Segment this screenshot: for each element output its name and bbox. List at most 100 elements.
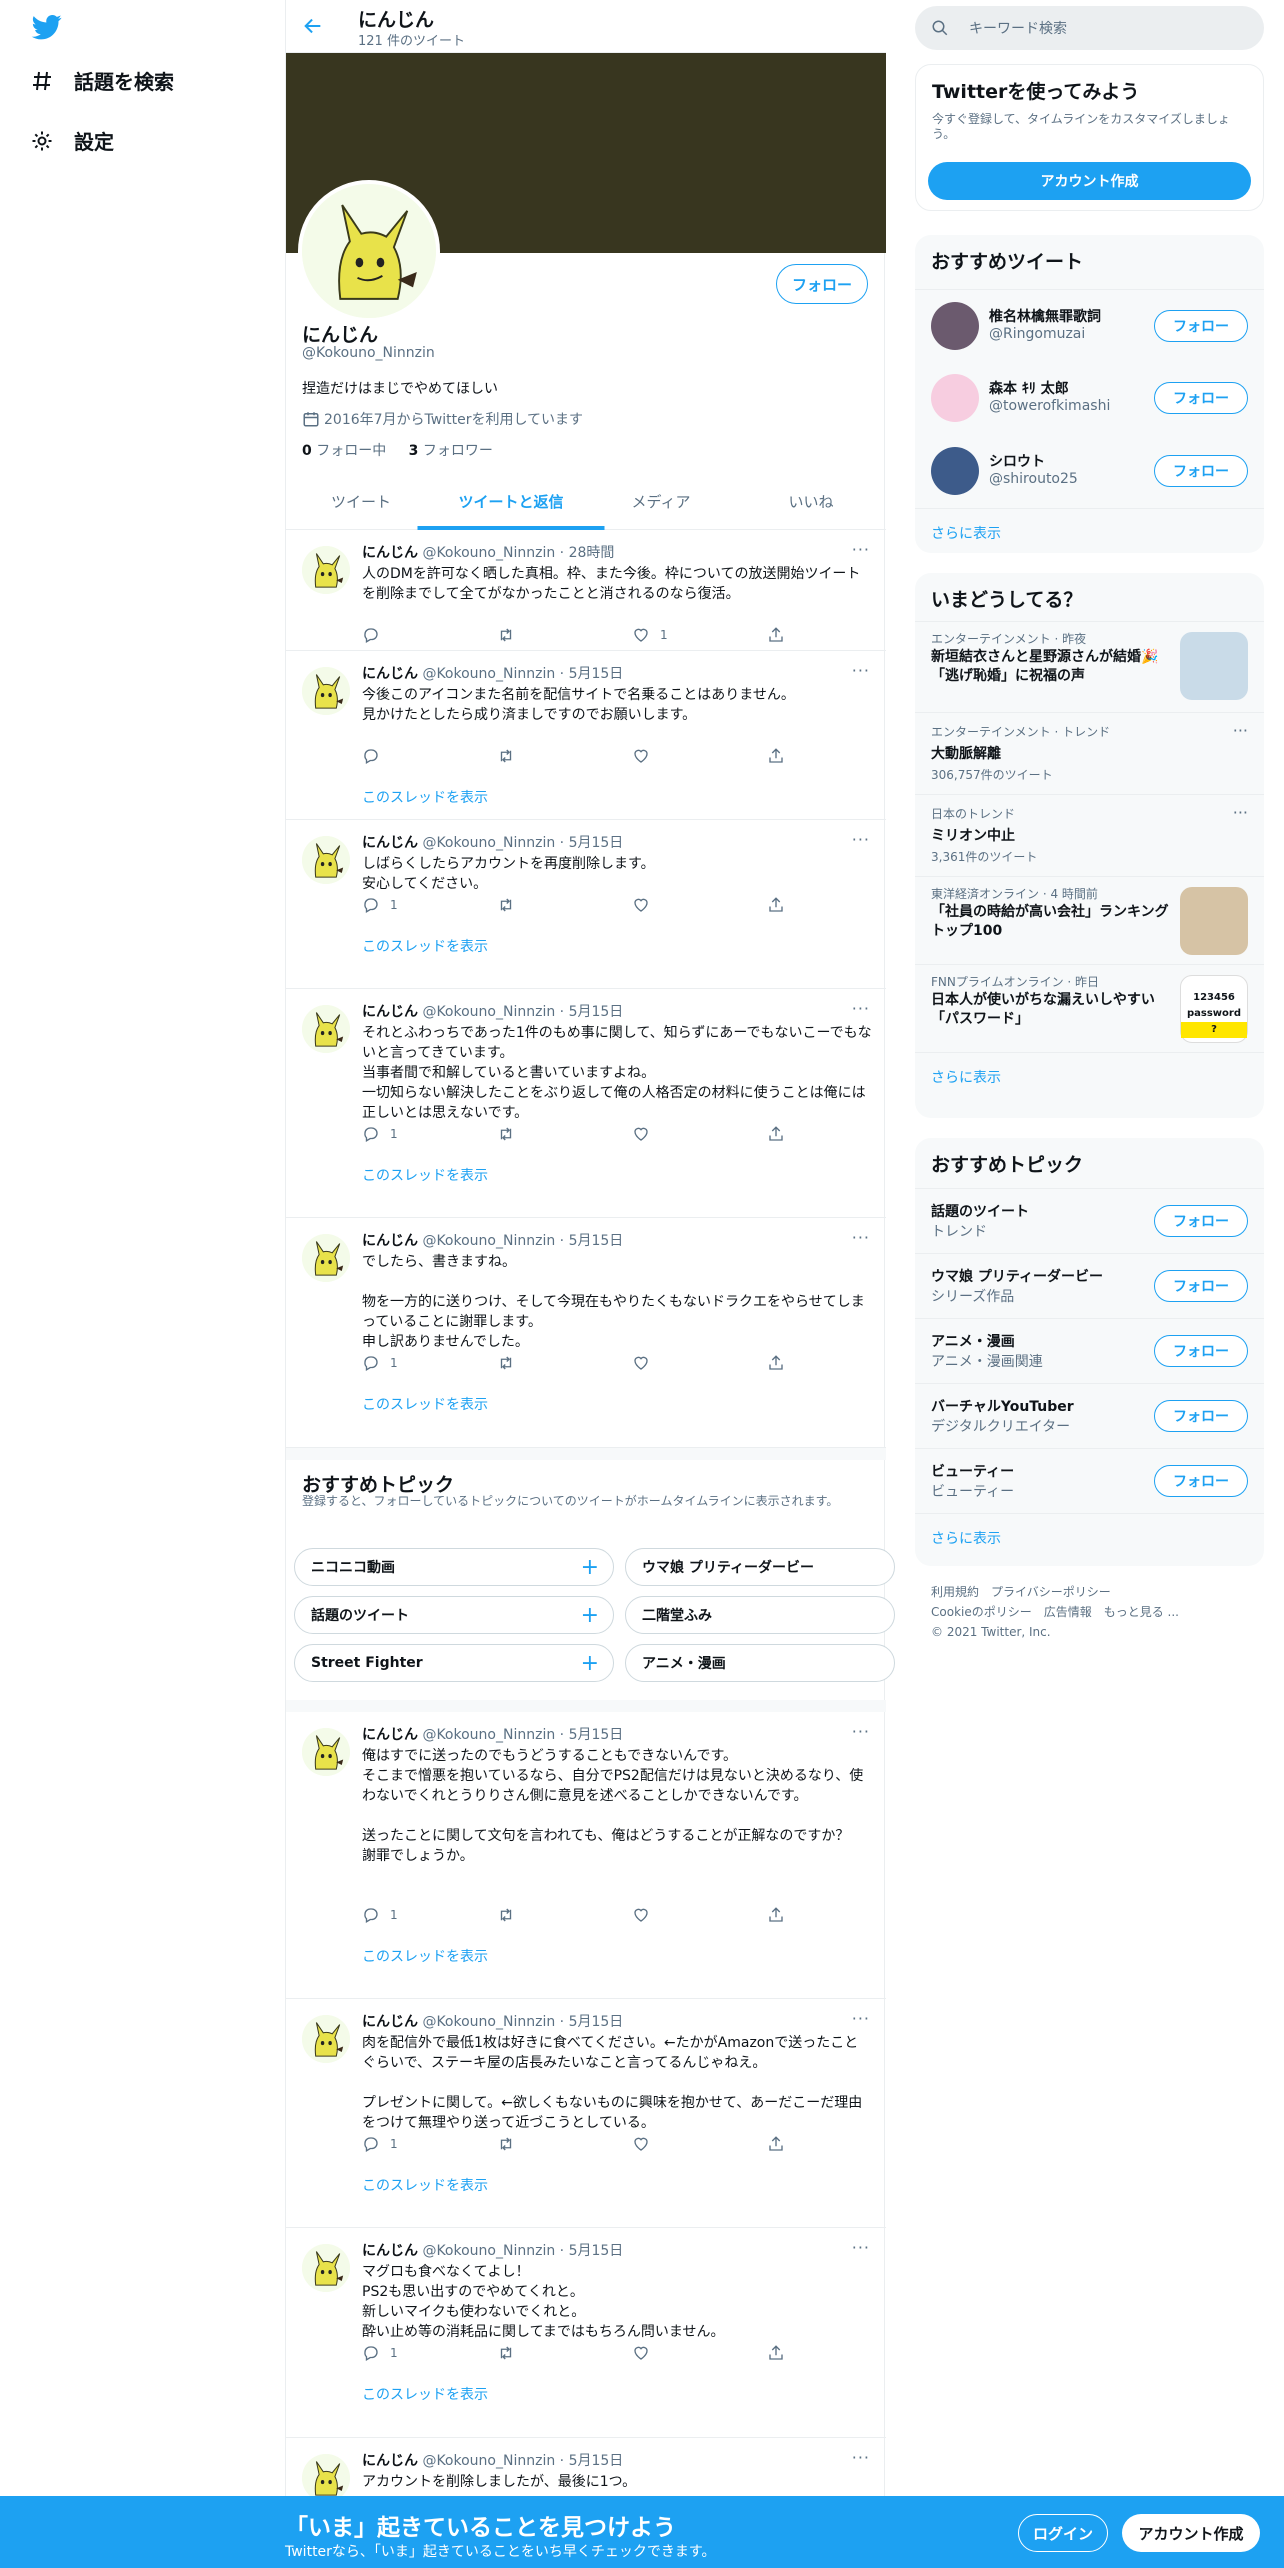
like-button[interactable] — [632, 896, 660, 914]
share-button[interactable] — [767, 626, 795, 644]
back-arrow-icon[interactable] — [302, 15, 324, 37]
topic-row[interactable]: バーチャルYouTuber デジタルクリエイター フォロー — [915, 1383, 1264, 1448]
avatar[interactable] — [298, 180, 440, 322]
tweet[interactable]: にんじん @Kokouno_Ninnzin · 5月15日 ··· 今後このアイコン… — [286, 651, 886, 820]
share-button[interactable] — [767, 1906, 795, 1924]
show-thread-link[interactable]: このスレッドを表示 — [362, 1394, 488, 1414]
tweet-avatar[interactable] — [302, 836, 350, 884]
share-button[interactable] — [767, 896, 795, 914]
tweet-author-name[interactable]: にんじん — [362, 2243, 418, 2259]
tweet-author-name[interactable]: にんじん — [362, 2014, 418, 2030]
show-more-link[interactable]: さらに表示 — [915, 1513, 1264, 1562]
tab-media[interactable]: メディア — [586, 474, 736, 529]
plus-icon[interactable]: + — [581, 1651, 599, 1676]
reply-button[interactable] — [362, 626, 390, 644]
show-thread-link[interactable]: このスレッドを表示 — [362, 1946, 488, 1966]
retweet-button[interactable] — [497, 747, 525, 765]
tab-tweets-and-replies[interactable]: ツイートと返信 — [436, 474, 586, 529]
like-button[interactable] — [632, 1354, 660, 1372]
tweet-avatar[interactable] — [302, 2454, 350, 2502]
trend-item[interactable]: FNNプライムオンライン · 昨日 日本人が使いがちな漏えいしやすい「パスワード… — [915, 964, 1264, 1052]
following-link[interactable]: 0 フォロー中 — [302, 443, 386, 459]
more-icon[interactable]: ··· — [852, 999, 870, 1018]
trend-item[interactable]: 東洋経済オンライン · 4 時間前 「社員の時給が高い会社」ランキングトップ10… — [915, 876, 1264, 964]
share-button[interactable] — [767, 1125, 795, 1143]
twitter-logo-icon[interactable] — [30, 12, 64, 42]
more-icon[interactable]: ··· — [852, 661, 870, 680]
profile-follow-button[interactable]: フォロー — [776, 264, 868, 304]
more-icon[interactable]: ··· — [852, 2448, 870, 2467]
tweet-avatar[interactable] — [302, 667, 350, 715]
tweet-avatar[interactable] — [302, 1728, 350, 1776]
show-more-link[interactable]: さらに表示 — [915, 508, 1264, 553]
show-thread-link[interactable]: このスレッドを表示 — [362, 787, 488, 807]
like-button[interactable]: 1 — [632, 626, 668, 644]
nav-settings[interactable]: 設定 — [30, 126, 114, 155]
more-icon[interactable]: ··· — [1233, 721, 1248, 740]
tweet-author-name[interactable]: にんじん — [362, 835, 418, 851]
share-button[interactable] — [767, 1354, 795, 1372]
like-button[interactable] — [632, 2135, 660, 2153]
show-thread-link[interactable]: このスレッドを表示 — [362, 2175, 488, 2195]
more-icon[interactable]: ··· — [852, 540, 870, 559]
like-button[interactable] — [632, 1125, 660, 1143]
show-thread-link[interactable]: このスレッドを表示 — [362, 936, 488, 956]
trend-item[interactable]: エンターテインメント · 昨夜 新垣結衣さんと星野源さんが結婚🎉「逃げ恥婚」に祝… — [915, 621, 1264, 712]
reply-button[interactable]: 1 — [362, 896, 398, 914]
more-icon[interactable]: ··· — [852, 1722, 870, 1741]
plus-icon[interactable]: + — [581, 1603, 599, 1628]
tweet-time[interactable]: · 5月15日 — [560, 2243, 624, 2259]
tweet[interactable]: にんじん @Kokouno_Ninnzin · 5月15日 ··· しばらくしたらア… — [286, 820, 886, 989]
share-button[interactable] — [767, 2344, 795, 2362]
more-icon[interactable]: ··· — [852, 2238, 870, 2257]
tweet-time[interactable]: · 28時間 — [560, 545, 615, 561]
topic-row[interactable]: ウマ娘 プリティーダービー シリーズ作品 フォロー — [915, 1253, 1264, 1318]
topic-chip[interactable]: ニコニコ動画 + — [294, 1548, 614, 1586]
tweet-avatar[interactable] — [302, 2015, 350, 2063]
retweet-button[interactable] — [497, 2344, 525, 2362]
signup-bottom-button[interactable]: アカウント作成 — [1122, 2514, 1260, 2552]
footer-links-row[interactable]: Cookieのポリシー 広告情報 もっと見る ... — [931, 1602, 1179, 1622]
topic-row[interactable]: ビューティー ビューティー フォロー — [915, 1448, 1264, 1513]
tweet[interactable]: にんじん @Kokouno_Ninnzin · 5月15日 ··· でしたら、書きま… — [286, 1218, 886, 1448]
retweet-button[interactable] — [497, 896, 525, 914]
tweet[interactable]: にんじん @Kokouno_Ninnzin · 28時間 ··· 人のDMを許可なく… — [286, 530, 886, 651]
tweet-avatar[interactable] — [302, 1234, 350, 1282]
tweet-time[interactable]: · 5月15日 — [560, 1004, 624, 1020]
follow-button[interactable]: フォロー — [1154, 1270, 1248, 1302]
tweet-avatar[interactable] — [302, 1005, 350, 1053]
tweet[interactable]: にんじん @Kokouno_Ninnzin · 5月15日 ··· 肉を配信外で最低… — [286, 1999, 886, 2228]
more-icon[interactable]: ··· — [1233, 803, 1248, 822]
tweet-author-name[interactable]: にんじん — [362, 2453, 418, 2469]
topic-chip[interactable]: Street Fighter + — [294, 1644, 614, 1682]
retweet-button[interactable] — [497, 1354, 525, 1372]
show-more-link[interactable]: さらに表示 — [915, 1052, 1264, 1101]
tab-likes[interactable]: いいね — [736, 474, 886, 529]
tweet-author-name[interactable]: にんじん — [362, 1727, 418, 1743]
more-icon[interactable]: ··· — [852, 830, 870, 849]
trend-item[interactable]: エンターテインメント · トレンド 大動脈解離 306,757件のツイート ··… — [915, 712, 1264, 794]
reply-button[interactable] — [362, 747, 390, 765]
tweet-author-name[interactable]: にんじん — [362, 545, 418, 561]
nav-explore[interactable]: 話題を検索 — [30, 66, 174, 95]
retweet-button[interactable] — [497, 1125, 525, 1143]
show-thread-link[interactable]: このスレッドを表示 — [362, 2384, 488, 2404]
reply-button[interactable]: 1 — [362, 2344, 398, 2362]
topic-row[interactable]: 話題のツイート トレンド フォロー — [915, 1188, 1264, 1253]
tab-tweets[interactable]: ツイート — [286, 474, 436, 529]
plus-icon[interactable]: + — [581, 1555, 599, 1580]
tweet[interactable]: にんじん @Kokouno_Ninnzin · 5月15日 ··· マグロも食べなく… — [286, 2228, 886, 2438]
footer-links-row[interactable]: 利用規約 プライバシーポリシー — [931, 1582, 1179, 1602]
more-icon[interactable]: ··· — [852, 1228, 870, 1247]
followers-link[interactable]: 3 フォロワー — [409, 443, 493, 459]
follow-button[interactable]: フォロー — [1154, 1335, 1248, 1367]
reply-button[interactable]: 1 — [362, 1125, 398, 1143]
search-box[interactable]: キーワード検索 — [915, 6, 1264, 50]
topic-chip[interactable]: アニメ・漫画 — [625, 1644, 895, 1682]
user-row[interactable]: 森本 ｷﾘ 太郎 @towerofkimashi フォロー — [915, 362, 1264, 435]
trend-item[interactable]: 日本のトレンド ミリオン中止 3,361件のツイート ··· — [915, 794, 1264, 876]
tweet[interactable]: にんじん @Kokouno_Ninnzin · 5月15日 ··· 俺はすでに送った… — [286, 1712, 886, 1999]
tweet-time[interactable]: · 5月15日 — [560, 1727, 624, 1743]
tweet-time[interactable]: · 5月15日 — [560, 2014, 624, 2030]
login-button[interactable]: ログイン — [1018, 2514, 1108, 2552]
